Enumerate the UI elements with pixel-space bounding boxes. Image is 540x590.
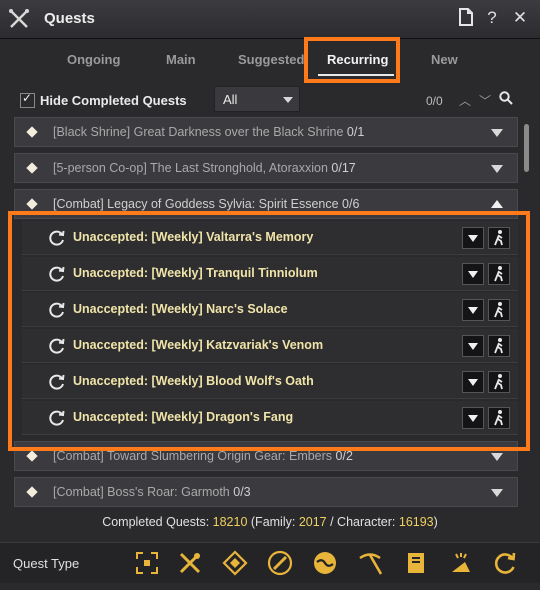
quest-group-row[interactable]: [5-person Co-op] The Last Stronghold, At…: [14, 153, 518, 183]
diamond-icon: [26, 486, 38, 498]
completed-quests-summary: Completed Quests: 18210 (Family: 2017 / …: [102, 515, 438, 529]
filter-row: Hide Completed Quests All 0/0 ︿ ﹀: [14, 86, 526, 114]
page-count: 0/0: [426, 94, 443, 108]
hide-completed-label: Hide Completed Quests: [40, 93, 187, 108]
crossed-swords-icon: [9, 9, 29, 28]
tab-new[interactable]: New: [431, 52, 458, 67]
document-icon[interactable]: [456, 8, 476, 28]
quest-filter-select[interactable]: All: [214, 86, 300, 112]
expand-arrow-icon[interactable]: [491, 489, 503, 497]
expand-arrow-icon[interactable]: [491, 165, 503, 173]
chevron-up-icon[interactable]: ︿: [459, 92, 471, 109]
title-bar[interactable]: Quests ? ✕: [0, 0, 540, 39]
tab-bar: Ongoing Main Suggested Recurring New: [0, 40, 540, 80]
quest-group-title: [Black Shrine] Great Darkness over the B…: [53, 125, 365, 139]
quest-group-title: [5-person Co-op] The Last Stronghold, At…: [53, 161, 356, 175]
quest-group-title: [Combat] Legacy of Goddess Sylvia: Spiri…: [53, 197, 360, 211]
quest-group-row[interactable]: [Black Shrine] Great Darkness over the B…: [14, 117, 518, 147]
chevron-down-icon[interactable]: ﹀: [479, 92, 491, 109]
recurring-tab-highlight: [304, 37, 400, 83]
feather-icon[interactable]: [267, 550, 293, 576]
quest-type-label: Quest Type: [13, 556, 80, 571]
expand-arrow-icon[interactable]: [491, 453, 503, 461]
tab-main[interactable]: Main: [166, 52, 196, 67]
search-icon[interactable]: [499, 91, 513, 108]
quest-type-bar: Quest Type: [0, 542, 540, 583]
book-icon[interactable]: [403, 550, 429, 576]
quest-group-title: [Combat] Toward Slumbering Origin Gear: …: [53, 449, 353, 463]
cycle-icon[interactable]: [492, 550, 518, 576]
trade-icon[interactable]: [448, 550, 474, 576]
window-title: Quests: [44, 10, 95, 27]
expand-arrow-icon[interactable]: [491, 129, 503, 137]
select-value: All: [223, 92, 238, 107]
quest-window: Quests ? ✕ Ongoing Main Suggested Recurr…: [0, 0, 540, 590]
globe-icon[interactable]: [312, 550, 338, 576]
subquest-highlight: [8, 211, 530, 451]
tab-ongoing[interactable]: Ongoing: [67, 52, 120, 67]
pickaxe-icon[interactable]: [357, 550, 383, 576]
hide-completed-checkbox[interactable]: [20, 91, 35, 108]
diamond-icon: [26, 126, 38, 138]
diamond-icon: [26, 450, 38, 462]
close-icon[interactable]: ✕: [510, 8, 530, 28]
help-icon[interactable]: ?: [482, 8, 502, 28]
tab-suggested[interactable]: Suggested: [238, 52, 304, 67]
quest-group-title: [Combat] Boss's Roar: Garmoth 0/3: [53, 485, 251, 499]
diamond-icon: [26, 198, 38, 210]
chevron-down-icon: [283, 97, 293, 103]
scan-icon[interactable]: [134, 550, 160, 576]
diamond-target-icon[interactable]: [222, 550, 248, 576]
collapse-arrow-icon[interactable]: [491, 200, 503, 208]
crossed-tools-icon[interactable]: [177, 550, 203, 576]
diamond-icon: [26, 162, 38, 174]
quest-group-row[interactable]: [Combat] Boss's Roar: Garmoth 0/3: [14, 477, 518, 507]
scrollbar-thumb[interactable]: [524, 124, 529, 172]
